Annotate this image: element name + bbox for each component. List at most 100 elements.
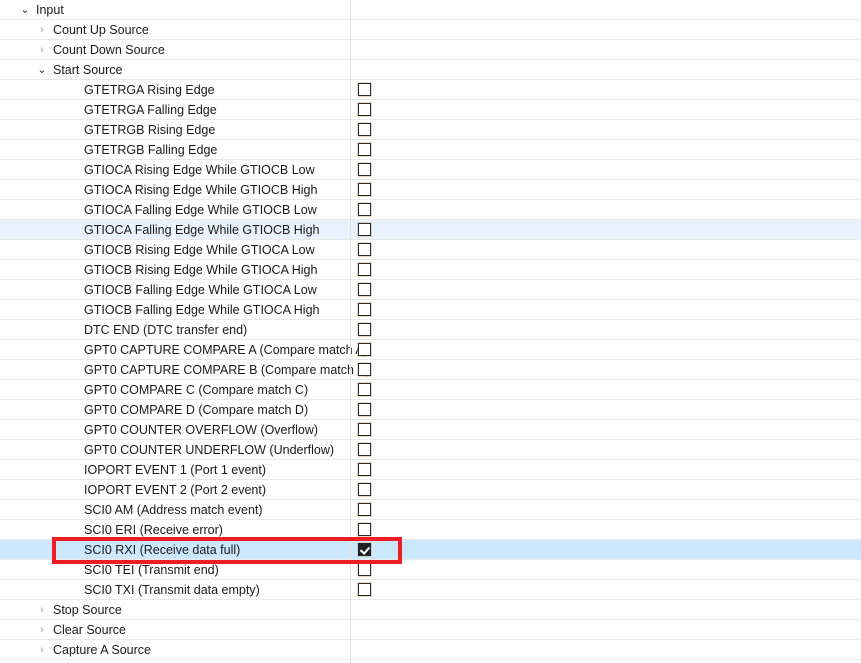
tree-row-label-cell[interactable]: › Capture A Source (0, 640, 350, 660)
tree-row-label-cell[interactable]: GPT0 COUNTER OVERFLOW (Overflow) (0, 420, 350, 440)
tree-row[interactable]: GTETRGB Rising Edge (0, 120, 861, 140)
checkbox-unchecked-icon[interactable] (358, 143, 371, 156)
tree-row-label-cell[interactable]: › Clear Source (0, 620, 350, 640)
tree-row[interactable]: GTIOCB Rising Edge While GTIOCA Low (0, 240, 861, 260)
checkbox-unchecked-icon[interactable] (358, 163, 371, 176)
tree-row[interactable]: GTIOCB Rising Edge While GTIOCA High (0, 260, 861, 280)
tree-row[interactable]: GTIOCA Falling Edge While GTIOCB Low (0, 200, 861, 220)
tree-row[interactable]: GPT0 COUNTER UNDERFLOW (Underflow) (0, 440, 861, 460)
tree-row[interactable]: DTC END (DTC transfer end) (0, 320, 861, 340)
tree-row-value-cell[interactable] (350, 120, 861, 140)
tree-row-label-cell[interactable]: GPT0 COMPARE D (Compare match D) (0, 400, 350, 420)
chevron-right-icon[interactable]: › (35, 640, 49, 660)
checkbox-unchecked-icon[interactable] (358, 263, 371, 276)
tree-row-value-cell[interactable] (350, 0, 861, 20)
tree-row-value-cell[interactable] (350, 520, 861, 540)
tree-row[interactable]: › Count Up Source (0, 20, 861, 40)
checkbox-unchecked-icon[interactable] (358, 363, 371, 376)
tree-row[interactable]: GTIOCA Rising Edge While GTIOCB High (0, 180, 861, 200)
tree-row[interactable]: GTIOCB Falling Edge While GTIOCA High (0, 300, 861, 320)
tree-row-value-cell[interactable] (350, 500, 861, 520)
tree-row-label-cell[interactable]: › Count Down Source (0, 40, 350, 60)
chevron-down-icon[interactable]: ⌄ (18, 0, 32, 20)
checkbox-unchecked-icon[interactable] (358, 183, 371, 196)
tree-row-label-cell[interactable]: SCI0 AM (Address match event) (0, 500, 350, 520)
tree-row[interactable]: IOPORT EVENT 2 (Port 2 event) (0, 480, 861, 500)
tree-row-value-cell[interactable] (350, 480, 861, 500)
tree-row-value-cell[interactable] (350, 220, 861, 240)
checkbox-unchecked-icon[interactable] (358, 323, 371, 336)
tree-row-value-cell[interactable] (350, 340, 861, 360)
chevron-right-icon[interactable]: › (35, 600, 49, 620)
checkbox-checked-icon[interactable] (358, 543, 371, 556)
checkbox-unchecked-icon[interactable] (358, 83, 371, 96)
tree-row[interactable]: IOPORT EVENT 1 (Port 1 event) (0, 460, 861, 480)
tree-row-label-cell[interactable]: GTIOCA Falling Edge While GTIOCB Low (0, 200, 350, 220)
checkbox-unchecked-icon[interactable] (358, 523, 371, 536)
tree-row-label-cell[interactable]: GTIOCB Falling Edge While GTIOCA Low (0, 280, 350, 300)
checkbox-unchecked-icon[interactable] (358, 243, 371, 256)
tree-row-label-cell[interactable]: GTETRGB Rising Edge (0, 120, 350, 140)
tree-row[interactable]: GTIOCA Falling Edge While GTIOCB High (0, 220, 861, 240)
tree-row-value-cell[interactable] (350, 540, 861, 560)
tree-row-label-cell[interactable]: ⌄ Input (0, 0, 350, 20)
tree-row-label-cell[interactable]: SCI0 ERI (Receive error) (0, 520, 350, 540)
tree-row-value-cell[interactable] (350, 180, 861, 200)
tree-row[interactable]: GTETRGB Falling Edge (0, 140, 861, 160)
tree-row[interactable]: GTIOCA Rising Edge While GTIOCB Low (0, 160, 861, 180)
tree-row-label-cell[interactable]: DTC END (DTC transfer end) (0, 320, 350, 340)
tree-row[interactable]: SCI0 TEI (Transmit end) (0, 560, 861, 580)
tree-row-label-cell[interactable]: › Stop Source (0, 600, 350, 620)
tree-row[interactable]: SCI0 RXI (Receive data full) (0, 540, 861, 560)
tree-row-value-cell[interactable] (350, 640, 861, 660)
tree-row-label-cell[interactable]: GTETRGA Rising Edge (0, 80, 350, 100)
tree-row-label-cell[interactable]: ⌄ Start Source (0, 60, 350, 80)
tree-row-value-cell[interactable] (350, 80, 861, 100)
tree-row-value-cell[interactable] (350, 280, 861, 300)
property-tree-grid[interactable]: ⌄ Input › Count Up Source › Count Down Source… (0, 0, 861, 663)
tree-row-value-cell[interactable] (350, 300, 861, 320)
checkbox-unchecked-icon[interactable] (358, 123, 371, 136)
tree-row-value-cell[interactable] (350, 20, 861, 40)
checkbox-unchecked-icon[interactable] (358, 103, 371, 116)
tree-row[interactable]: GPT0 CAPTURE COMPARE A (Compare match A) (0, 340, 861, 360)
tree-row-label-cell[interactable]: SCI0 TXI (Transmit data empty) (0, 580, 350, 600)
tree-row-label-cell[interactable]: GPT0 CAPTURE COMPARE A (Compare match A) (0, 340, 368, 360)
tree-row-value-cell[interactable] (350, 240, 861, 260)
tree-row[interactable]: SCI0 ERI (Receive error) (0, 520, 861, 540)
tree-row[interactable]: GTIOCB Falling Edge While GTIOCA Low (0, 280, 861, 300)
tree-row[interactable]: SCI0 AM (Address match event) (0, 500, 861, 520)
tree-row-value-cell[interactable] (350, 580, 861, 600)
tree-row-label-cell[interactable]: IOPORT EVENT 1 (Port 1 event) (0, 460, 350, 480)
tree-row-label-cell[interactable]: GPT0 COMPARE C (Compare match C) (0, 380, 350, 400)
tree-row-value-cell[interactable] (350, 380, 861, 400)
tree-row-label-cell[interactable]: GPT0 CAPTURE COMPARE B (Compare match B) (0, 360, 370, 380)
tree-row[interactable]: › Clear Source (0, 620, 861, 640)
tree-row[interactable]: ⌄ Start Source (0, 60, 861, 80)
tree-row-value-cell[interactable] (350, 440, 861, 460)
tree-row[interactable]: › Capture A Source (0, 640, 861, 660)
tree-row[interactable]: › Stop Source (0, 600, 861, 620)
tree-row-value-cell[interactable] (350, 200, 861, 220)
tree-row[interactable]: GPT0 COMPARE D (Compare match D) (0, 400, 861, 420)
checkbox-unchecked-icon[interactable] (358, 223, 371, 236)
checkbox-unchecked-icon[interactable] (358, 203, 371, 216)
tree-row-label-cell[interactable]: GTIOCB Rising Edge While GTIOCA High (0, 260, 350, 280)
tree-row-label-cell[interactable]: › Count Up Source (0, 20, 350, 40)
tree-row-value-cell[interactable] (350, 160, 861, 180)
tree-row[interactable]: GTETRGA Rising Edge (0, 80, 861, 100)
tree-row[interactable]: GPT0 COMPARE C (Compare match C) (0, 380, 861, 400)
checkbox-unchecked-icon[interactable] (358, 583, 371, 596)
tree-row-label-cell[interactable]: GTIOCA Rising Edge While GTIOCB High (0, 180, 350, 200)
tree-row-value-cell[interactable] (350, 60, 861, 80)
tree-row[interactable]: SCI0 TXI (Transmit data empty) (0, 580, 861, 600)
tree-row-label-cell[interactable]: GTIOCB Rising Edge While GTIOCA Low (0, 240, 350, 260)
checkbox-unchecked-icon[interactable] (358, 403, 371, 416)
tree-row-label-cell[interactable]: GTIOCA Rising Edge While GTIOCB Low (0, 160, 350, 180)
checkbox-unchecked-icon[interactable] (358, 343, 371, 356)
tree-row-value-cell[interactable] (350, 140, 861, 160)
checkbox-unchecked-icon[interactable] (358, 483, 371, 496)
tree-row[interactable]: GTETRGA Falling Edge (0, 100, 861, 120)
chevron-right-icon[interactable]: › (35, 620, 49, 640)
tree-row-value-cell[interactable] (350, 40, 861, 60)
